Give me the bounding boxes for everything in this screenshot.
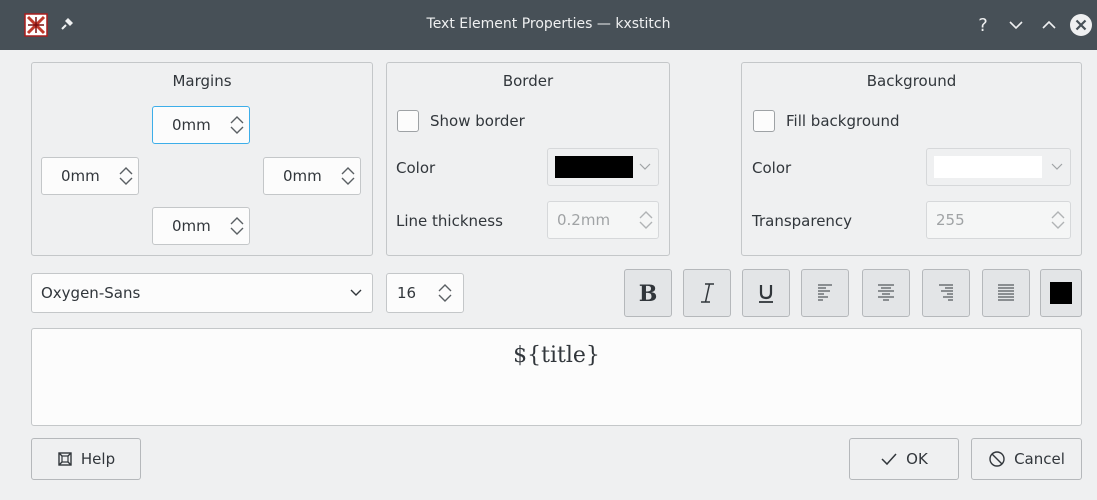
justify-button[interactable] <box>982 269 1030 317</box>
line-thickness-value: 0.2mm <box>557 211 611 229</box>
margin-bottom-spinbox[interactable]: 0mm <box>152 207 250 245</box>
margins-title: Margins <box>172 72 232 90</box>
font-size-value: 16 <box>397 284 417 302</box>
show-border-checkbox[interactable] <box>397 110 419 132</box>
text-content: ${title} <box>513 343 600 368</box>
bold-icon: B <box>639 281 658 306</box>
align-right-icon <box>939 284 953 301</box>
align-center-button[interactable] <box>862 269 910 317</box>
spin-arrows-icon[interactable] <box>336 158 360 194</box>
show-border-label: Show border <box>430 112 525 130</box>
help-button[interactable]: Help <box>31 438 141 480</box>
chevron-up-icon <box>1042 20 1056 29</box>
align-left-icon <box>818 284 832 301</box>
maximize-button[interactable] <box>1036 12 1062 38</box>
chevron-down-icon <box>639 163 651 170</box>
checkmark-icon <box>880 452 898 466</box>
cancel-icon <box>988 450 1006 468</box>
ok-button[interactable]: OK <box>849 438 959 480</box>
help-label: Help <box>80 450 116 468</box>
minimize-button[interactable] <box>1003 12 1029 38</box>
bold-button[interactable]: B <box>624 269 672 317</box>
border-title: Border <box>502 72 554 90</box>
transparency-value: 255 <box>936 211 965 229</box>
spin-arrows-icon[interactable] <box>433 274 457 312</box>
font-family-value: Oxygen-Sans <box>41 284 141 302</box>
background-color-swatch <box>934 156 1042 178</box>
margin-right-value: 0mm <box>283 167 322 185</box>
spin-arrows-icon[interactable] <box>1046 202 1070 238</box>
margin-right-spinbox[interactable]: 0mm <box>263 157 361 195</box>
underline-icon <box>759 285 773 303</box>
margin-top-value: 0mm <box>172 116 211 134</box>
transparency-label: Transparency <box>752 212 853 230</box>
spin-arrows-icon[interactable] <box>634 202 658 238</box>
cancel-button[interactable]: Cancel <box>971 438 1082 480</box>
text-color-button[interactable] <box>1040 269 1082 317</box>
text-editor[interactable]: ${title} <box>31 328 1082 426</box>
help-lifebuoy-icon <box>57 451 73 467</box>
fill-background-checkbox-row[interactable]: Fill background <box>753 110 900 132</box>
title-bar: Text Element Properties — kxstitch ? <box>0 0 1097 50</box>
spin-arrows-icon[interactable] <box>225 208 249 244</box>
underline-button[interactable] <box>742 269 790 317</box>
border-color-swatch <box>555 156 633 178</box>
line-thickness-spinbox[interactable]: 0.2mm <box>547 201 659 239</box>
ok-label: OK <box>906 450 928 468</box>
fill-background-label: Fill background <box>786 112 900 130</box>
chevron-down-icon <box>350 289 362 296</box>
spin-arrows-icon[interactable] <box>114 158 138 194</box>
margin-left-spinbox[interactable]: 0mm <box>41 157 139 195</box>
italic-button[interactable] <box>683 269 731 317</box>
font-size-spinbox[interactable]: 16 <box>386 273 464 313</box>
border-color-button[interactable] <box>547 148 659 186</box>
background-title: Background <box>866 72 957 90</box>
help-title-button[interactable]: ? <box>970 12 996 38</box>
close-button[interactable] <box>1068 12 1094 38</box>
margin-bottom-value: 0mm <box>172 217 211 235</box>
cancel-label: Cancel <box>1014 450 1065 468</box>
margin-left-value: 0mm <box>61 167 100 185</box>
chevron-down-icon <box>1009 21 1023 30</box>
justify-icon <box>998 284 1014 301</box>
text-color-swatch <box>1050 282 1072 304</box>
border-color-label: Color <box>396 159 436 177</box>
italic-icon <box>701 283 714 303</box>
transparency-spinbox[interactable]: 255 <box>926 201 1071 239</box>
window-title: Text Element Properties — kxstitch <box>426 16 671 32</box>
svg-text:B: B <box>639 281 658 306</box>
background-color-label: Color <box>752 159 792 177</box>
spin-arrows-icon[interactable] <box>225 107 249 143</box>
close-icon <box>1070 14 1092 36</box>
align-left-button[interactable] <box>801 269 849 317</box>
font-family-combobox[interactable]: Oxygen-Sans <box>31 273 373 313</box>
fill-background-checkbox[interactable] <box>753 110 775 132</box>
align-right-button[interactable] <box>922 269 970 317</box>
chevron-down-icon <box>1051 163 1063 170</box>
margin-top-spinbox[interactable]: 0mm <box>152 106 250 144</box>
background-color-button[interactable] <box>926 148 1071 186</box>
line-thickness-label: Line thickness <box>396 212 503 230</box>
align-center-icon <box>878 284 894 301</box>
show-border-checkbox-row[interactable]: Show border <box>397 110 525 132</box>
